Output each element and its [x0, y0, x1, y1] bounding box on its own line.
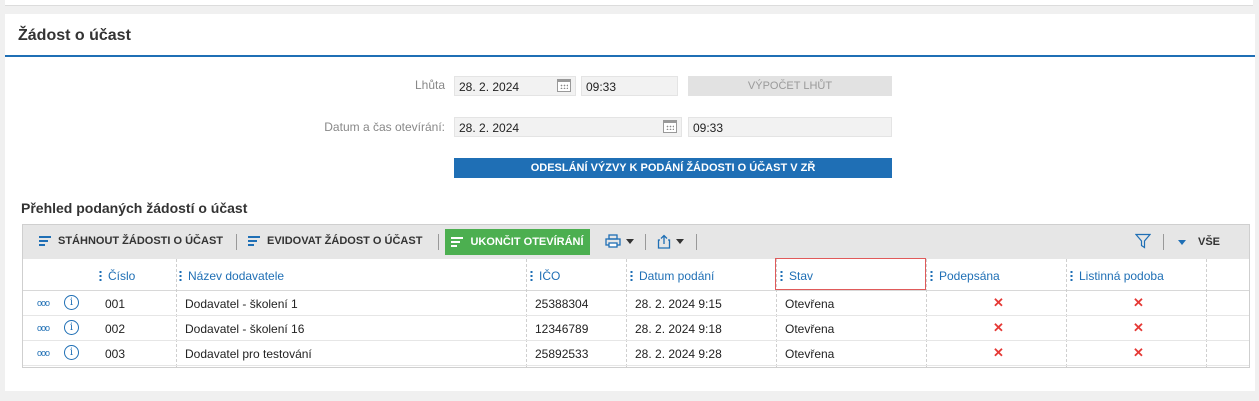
opening-date-field[interactable]: 28. 2. 2024	[454, 117, 682, 137]
opening-label: Datum a čas otevírání:	[324, 120, 445, 134]
cell-number: 001	[105, 297, 126, 311]
view-all-label: VŠE	[1198, 236, 1221, 248]
chevron-down-icon	[626, 238, 634, 244]
export-icon	[657, 234, 671, 249]
cell-status: Otevřena	[785, 322, 835, 336]
more-actions-icon[interactable]: ooo	[37, 298, 50, 308]
column-label: Podepsána	[939, 269, 1000, 283]
calendar-icon[interactable]	[557, 79, 571, 92]
panel-title-rule	[5, 55, 1255, 57]
calc-deadlines-button[interactable]: VÝPOČET LHŮT	[688, 76, 892, 96]
cell-submitted: 28. 2. 2024 9:15	[635, 297, 722, 311]
table-row[interactable]: ooo i 002 Dodavatel - školení 16 1234678…	[23, 316, 1249, 341]
column-menu-icon[interactable]	[930, 270, 933, 282]
cross-icon: ✕	[1133, 345, 1144, 360]
status-column-highlight	[775, 258, 926, 290]
export-menu-button[interactable]	[657, 234, 684, 249]
column-header-signed[interactable]: Podepsána	[930, 269, 1000, 283]
cross-icon: ✕	[1133, 320, 1144, 335]
column-menu-icon[interactable]	[630, 270, 633, 282]
table-row[interactable]: ooo i 001 Dodavatel - školení 1 25388304…	[23, 291, 1249, 316]
chevron-down-icon	[676, 239, 684, 244]
opening-date-value: 28. 2. 2024	[459, 121, 520, 135]
calendar-icon[interactable]	[663, 120, 677, 133]
toolbar-divider	[236, 234, 237, 250]
download-requests-button[interactable]: STÁHNOUT ŽÁDOSTI O ÚČAST	[39, 235, 223, 247]
list-finish-icon	[451, 236, 465, 248]
cell-supplier: Dodavatel - školení 1	[185, 297, 298, 311]
view-all-dropdown[interactable]: VŠE	[1178, 236, 1220, 248]
list-register-icon	[248, 235, 262, 247]
overview-title: Přehled podaných žádostí o účast	[21, 200, 248, 216]
table-row[interactable]: ooo i 003 Dodavatel pro testování 258925…	[23, 341, 1249, 366]
cell-submitted: 28. 2. 2024 9:28	[635, 347, 722, 361]
info-icon[interactable]: i	[64, 295, 79, 310]
column-header-number[interactable]: Číslo	[99, 269, 135, 283]
top-strip	[5, 0, 1253, 6]
column-menu-icon[interactable]	[99, 270, 102, 282]
grid-toolbar: STÁHNOUT ŽÁDOSTI O ÚČAST EVIDOVAT ŽÁDOST…	[23, 225, 1249, 259]
requests-grid: STÁHNOUT ŽÁDOSTI O ÚČAST EVIDOVAT ŽÁDOST…	[22, 224, 1250, 368]
deadline-label: Lhůta	[414, 78, 445, 92]
cell-supplier: Dodavatel - školení 16	[185, 322, 305, 336]
cell-ico: 25388304	[535, 297, 589, 311]
column-header-supplier[interactable]: Název dodavatele	[179, 269, 284, 283]
cell-supplier: Dodavatel pro testování	[185, 347, 312, 361]
finish-opening-label: UKONČIT OTEVÍRÁNÍ	[470, 236, 584, 248]
column-label: Název dodavatele	[188, 269, 285, 283]
more-actions-icon[interactable]: ooo	[37, 348, 50, 358]
cell-ico: 25892533	[535, 347, 589, 361]
register-request-label: EVIDOVAT ŽÁDOST O ÚČAST	[267, 235, 423, 247]
info-icon[interactable]: i	[64, 345, 79, 360]
column-label: Číslo	[108, 269, 136, 283]
column-header-paper[interactable]: Listinná podoba	[1070, 269, 1164, 283]
cross-icon: ✕	[1133, 295, 1144, 310]
more-actions-icon[interactable]: ooo	[37, 323, 50, 333]
deadline-date-field[interactable]: 28. 2. 2024	[454, 76, 576, 96]
print-menu-button[interactable]	[605, 234, 634, 248]
column-label: Datum podání	[639, 269, 715, 283]
opening-time-value: 09:33	[693, 121, 724, 135]
deadline-date-value: 28. 2. 2024	[459, 80, 520, 94]
toolbar-divider	[696, 234, 697, 250]
send-invitation-button[interactable]: ODESLÁNÍ VÝZVY K PODÁNÍ ŽÁDOSTI O ÚČAST …	[454, 158, 892, 178]
filter-icon[interactable]	[1135, 233, 1151, 249]
column-label: Listinná podoba	[1079, 269, 1164, 283]
deadline-time-field[interactable]: 09:33	[581, 76, 678, 96]
cross-icon: ✕	[993, 295, 1004, 310]
opening-time-field[interactable]: 09:33	[688, 117, 892, 137]
cell-status: Otevřena	[785, 297, 835, 311]
deadline-time-value: 09:33	[586, 80, 617, 94]
column-header-submitted[interactable]: Datum podání	[630, 269, 714, 283]
column-label: IČO	[539, 269, 561, 283]
print-icon	[605, 234, 621, 248]
cross-icon: ✕	[993, 345, 1004, 360]
column-header-ico[interactable]: IČO	[530, 269, 560, 283]
register-request-button[interactable]: EVIDOVAT ŽÁDOST O ÚČAST	[248, 235, 422, 247]
finish-opening-button[interactable]: UKONČIT OTEVÍRÁNÍ	[445, 229, 590, 255]
toolbar-divider	[645, 234, 646, 250]
chevron-down-icon	[1178, 239, 1186, 245]
cell-number: 003	[105, 347, 126, 361]
cell-number: 002	[105, 322, 126, 336]
info-icon[interactable]: i	[64, 320, 79, 335]
toolbar-divider	[438, 234, 439, 250]
request-panel: Žádost o účast Lhůta 28. 2. 2024 09:33 V…	[5, 14, 1255, 391]
cell-submitted: 28. 2. 2024 9:18	[635, 322, 722, 336]
column-menu-icon[interactable]	[1070, 270, 1073, 282]
column-menu-icon[interactable]	[179, 270, 182, 282]
download-requests-label: STÁHNOUT ŽÁDOSTI O ÚČAST	[58, 235, 223, 247]
panel-title: Žádost o účast	[18, 27, 131, 44]
toolbar-divider	[1163, 234, 1164, 250]
cell-status: Otevřena	[785, 347, 835, 361]
column-menu-icon[interactable]	[530, 270, 533, 282]
cell-ico: 12346789	[535, 322, 589, 336]
list-download-icon	[39, 235, 53, 247]
cross-icon: ✕	[993, 320, 1004, 335]
